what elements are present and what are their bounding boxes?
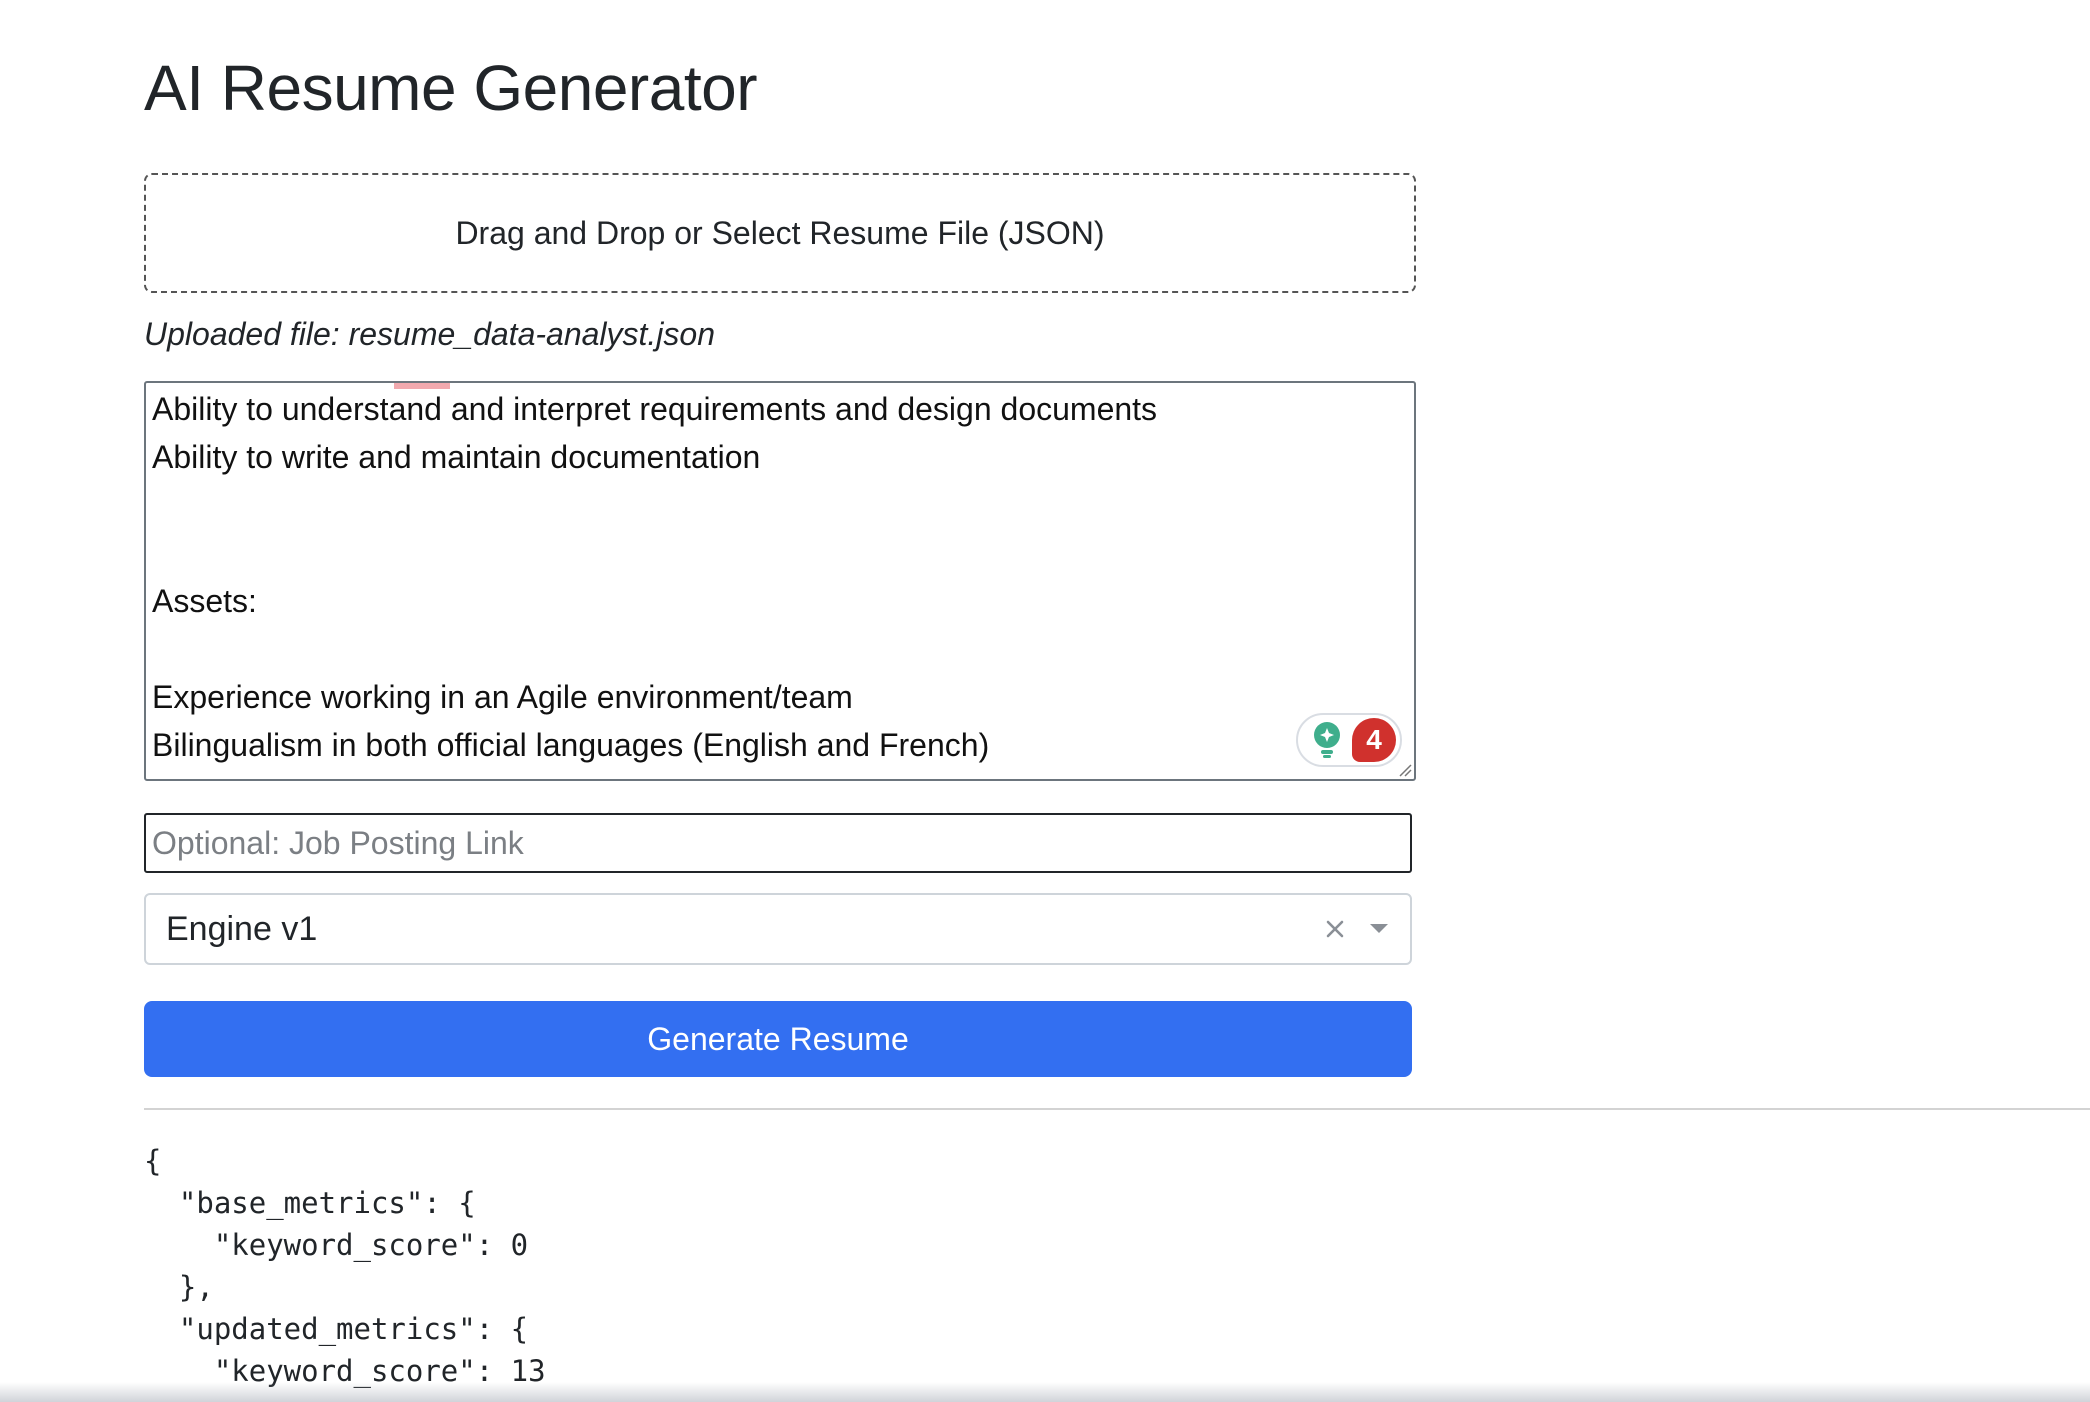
text-line: Assets: xyxy=(152,583,257,619)
close-icon[interactable] xyxy=(1318,912,1352,946)
job-description-textarea[interactable]: Ability to understand and interpret requ… xyxy=(144,381,1416,781)
job-posting-link-input[interactable] xyxy=(144,813,1412,873)
resize-handle-icon[interactable] xyxy=(1398,763,1412,777)
dropzone-label: Drag and Drop or Select Resume File (JSO… xyxy=(455,214,1105,251)
job-description-text: Ability to understand and interpret requ… xyxy=(152,385,1414,769)
json-line: { xyxy=(144,1144,162,1178)
engine-select[interactable]: Engine v1 xyxy=(144,893,1412,965)
divider xyxy=(144,1108,2090,1110)
json-line: "keyword_score": 0 xyxy=(144,1228,529,1262)
json-line: }, xyxy=(144,1270,214,1304)
text-line: Ability to write and maintain documentat… xyxy=(152,439,761,475)
page-title: AI Resume Generator xyxy=(144,52,758,124)
text-line: Experience working in an Agile environme… xyxy=(152,679,853,715)
page: AI Resume Generator Drag and Drop or Sel… xyxy=(0,0,2090,1402)
engine-select-value: Engine v1 xyxy=(166,909,318,948)
json-output: { "base_metrics": { "keyword_score": 0 }… xyxy=(144,1140,546,1392)
resume-file-dropzone[interactable]: Drag and Drop or Select Resume File (JSO… xyxy=(144,173,1416,293)
grammar-issue-count-badge[interactable]: 4 xyxy=(1352,718,1396,762)
text-line: Ability to understand and interpret requ… xyxy=(152,391,1158,427)
chevron-down-icon[interactable] xyxy=(1362,912,1396,946)
grammar-assistant-widget[interactable]: 4 xyxy=(1296,713,1402,767)
text-line xyxy=(152,481,1414,529)
uploaded-file-label: Uploaded file: resume_data-analyst.json xyxy=(144,316,715,352)
text-line xyxy=(152,625,1414,673)
json-line: "updated_metrics": { xyxy=(144,1312,529,1346)
text-line xyxy=(152,529,1414,577)
generate-resume-button[interactable]: Generate Resume xyxy=(144,1001,1412,1077)
window-bottom-edge xyxy=(0,1382,2090,1402)
lightbulb-icon[interactable] xyxy=(1310,720,1344,760)
json-line: "base_metrics": { xyxy=(144,1186,476,1220)
text-line: Bilingualism in both official languages … xyxy=(152,727,990,763)
